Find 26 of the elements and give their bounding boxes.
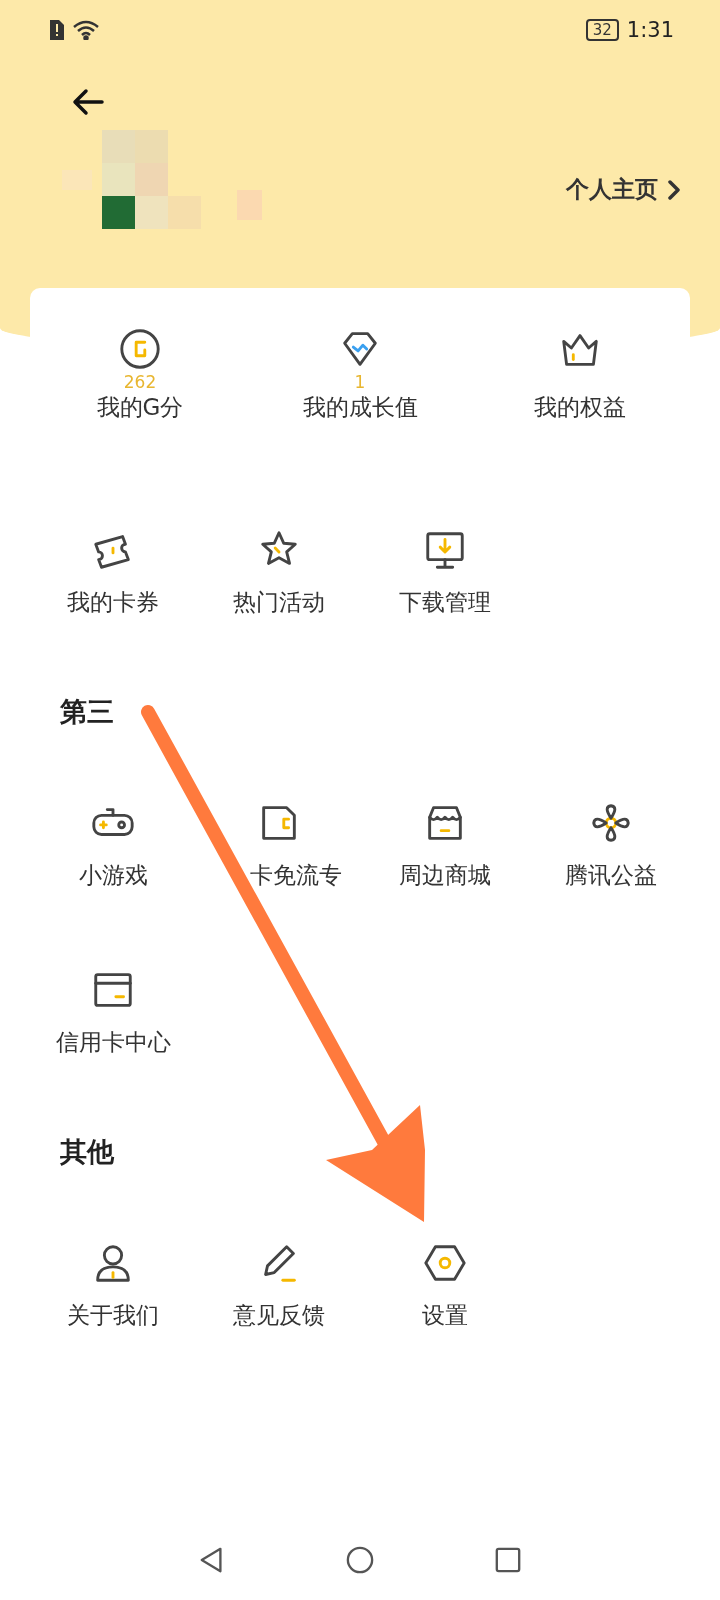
menu-item[interactable]: 关于我们 [30,1240,196,1331]
menu-item[interactable]: 我的卡券 [30,527,196,618]
chevron-right-icon [668,179,680,200]
home-nav-icon[interactable] [346,1546,374,1574]
menu-item[interactable]: 腾讯公益 [565,800,657,891]
sim-alert-icon [48,20,64,40]
recents-nav-icon[interactable] [494,1546,522,1574]
menu-item[interactable]: 设置 [362,1240,528,1331]
profile-link[interactable]: 个人主页 [566,174,680,205]
menu-item[interactable]: 小游戏 [78,800,148,891]
stat-item[interactable]: 1 我的成长值 [250,326,470,423]
menu-item[interactable]: 周边商城 [399,800,491,891]
stat-item[interactable]: 我的权益 [470,326,690,423]
menu-item[interactable]: 意见反馈 [196,1240,362,1331]
coin-icon [117,326,163,372]
clock-time: 1:31 [626,18,674,42]
menu-item[interactable]: 卡免流专 [216,800,342,891]
section-title: 第三 [60,695,114,729]
menu-item[interactable]: 热门活动 [196,527,362,618]
back-arrow-icon[interactable] [72,88,104,116]
menu-item[interactable]: 信用卡中心 [55,967,171,1058]
wifi-icon [72,20,100,40]
battery-level: 32 [585,19,619,41]
stat-item[interactable]: 262 我的G分 [30,326,250,423]
menu-item[interactable]: 下载管理 [362,527,528,618]
section-title: 其他 [60,1135,114,1169]
